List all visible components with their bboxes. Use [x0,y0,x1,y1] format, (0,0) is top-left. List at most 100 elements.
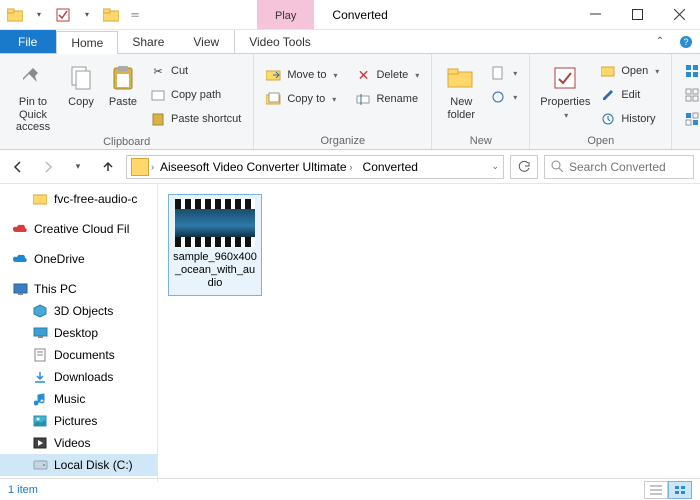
nav-item-fvc[interactable]: fvc-free-audio-c [0,188,157,210]
tab-file[interactable]: File [0,30,56,53]
paste-icon [107,62,139,94]
nav-item-downloads[interactable]: Downloads [0,366,157,388]
copy-path-icon [150,87,166,103]
folder-icon [32,191,48,207]
copy-to-button[interactable]: Copy to▾ [260,88,343,110]
group-label-organize: Organize [260,133,425,147]
select-all-button[interactable]: Select all [678,60,700,82]
up-button[interactable] [96,155,120,179]
search-box[interactable] [544,155,694,179]
chevron-down-icon[interactable]: ⌄ [491,161,499,172]
group-label-clipboard: Clipboard [6,134,247,148]
tab-share[interactable]: Share [118,30,179,53]
details-view-button[interactable] [644,481,668,499]
back-button[interactable] [6,155,30,179]
documents-icon [32,347,48,363]
tab-video-tools[interactable]: Video Tools [234,30,326,53]
file-list[interactable]: sample_960x400_ocean_with_audio [158,184,700,482]
select-none-icon [684,87,700,103]
folder-icon [4,4,26,26]
copy-path-button[interactable]: Copy path [144,84,247,106]
maximize-button[interactable] [616,0,658,29]
new-folder-qat-icon[interactable] [100,4,122,26]
creative-cloud-icon [12,221,28,237]
search-icon [551,160,564,173]
search-input[interactable] [569,160,679,174]
open-button[interactable]: Open▾ [594,60,665,82]
nav-item-creative-cloud[interactable]: Creative Cloud Fil [0,218,157,240]
minimize-button[interactable] [574,0,616,29]
close-button[interactable] [658,0,700,29]
select-none-button[interactable]: Select none [678,84,700,106]
breadcrumb-segment[interactable]: Converted [359,160,422,174]
file-item[interactable]: sample_960x400_ocean_with_audio [168,194,262,296]
folder-icon [131,158,149,176]
ribbon: Pin to Quick access Copy Paste ✂Cut Copy… [0,54,700,150]
chevron-down-icon: ▾ [513,93,517,102]
file-name: sample_960x400_ocean_with_audio [173,251,257,291]
window-title: Converted [314,0,574,29]
breadcrumb-segment[interactable]: Aiseesoft Video Converter Ultimate› [156,160,357,174]
drive-icon [32,457,48,473]
nav-item-local-disk[interactable]: Local Disk (C:) [0,454,157,476]
chevron-down-icon: ▾ [513,69,517,78]
videos-icon [32,435,48,451]
chevron-down-icon: ▾ [332,95,336,104]
move-to-button[interactable]: Move to▾ [260,64,343,86]
nav-item-3d-objects[interactable]: 3D Objects [0,300,157,322]
history-button[interactable]: History [594,108,665,130]
onedrive-icon [12,251,28,267]
nav-item-desktop[interactable]: Desktop [0,322,157,344]
copy-button[interactable]: Copy [60,58,102,109]
invert-selection-icon [684,111,700,127]
qat-dropdown2-icon[interactable]: ▾ [76,4,98,26]
move-to-icon [266,67,282,83]
pin-to-quick-access-button[interactable]: Pin to Quick access [6,58,60,134]
pin-icon [17,62,49,94]
breadcrumb[interactable]: › Aiseesoft Video Converter Ultimate› Co… [126,155,504,179]
ribbon-collapse-button[interactable]: ⌃ [648,30,672,53]
nav-item-videos[interactable]: Videos [0,432,157,454]
paste-shortcut-button[interactable]: Paste shortcut [144,108,247,130]
nav-item-onedrive[interactable]: OneDrive [0,248,157,270]
cut-button[interactable]: ✂Cut [144,60,247,82]
new-folder-button[interactable]: New folder [438,58,484,121]
refresh-button[interactable] [510,155,538,179]
easy-access-button[interactable]: ▾ [484,86,523,108]
nav-item-documents[interactable]: Documents [0,344,157,366]
rename-button[interactable]: Rename [349,88,425,110]
navigation-pane: fvc-free-audio-c Creative Cloud Fil OneD… [0,184,158,482]
invert-selection-button[interactable]: Invert selection [678,108,700,130]
group-label-open: Open [536,133,665,147]
qat-dropdown-icon[interactable]: ▾ [28,4,50,26]
paste-button[interactable]: Paste [102,58,144,109]
qat-overflow-icon[interactable]: ＝ [124,4,146,26]
history-icon [600,111,616,127]
properties-button[interactable]: Properties ▾ [536,58,594,121]
help-button[interactable]: ? [672,30,700,53]
recent-locations-button[interactable]: ▾ [66,155,90,179]
icons-view-button[interactable] [668,481,692,499]
properties-qat-icon[interactable] [52,4,74,26]
context-tab-label: Play [275,10,296,22]
group-label-new: New [438,133,523,147]
edit-button[interactable]: Edit [594,84,665,106]
nav-item-music[interactable]: Music [0,388,157,410]
tab-home[interactable]: Home [56,31,118,54]
status-item-count: 1 item [8,484,38,496]
delete-icon: ✕ [355,67,371,83]
rename-icon [355,91,371,107]
music-icon [32,391,48,407]
desktop-icon [32,325,48,341]
nav-item-this-pc[interactable]: This PC [0,278,157,300]
context-tab-play[interactable]: Play [257,0,314,29]
chevron-right-icon[interactable]: › [151,162,154,172]
tab-view[interactable]: View [179,30,234,53]
new-item-button[interactable]: ▾ [484,62,523,84]
copy-icon [65,62,97,94]
chevron-down-icon: ▾ [415,71,419,80]
nav-item-pictures[interactable]: Pictures [0,410,157,432]
delete-button[interactable]: ✕Delete▾ [349,64,425,86]
forward-button[interactable] [36,155,60,179]
easy-access-icon [490,89,506,105]
